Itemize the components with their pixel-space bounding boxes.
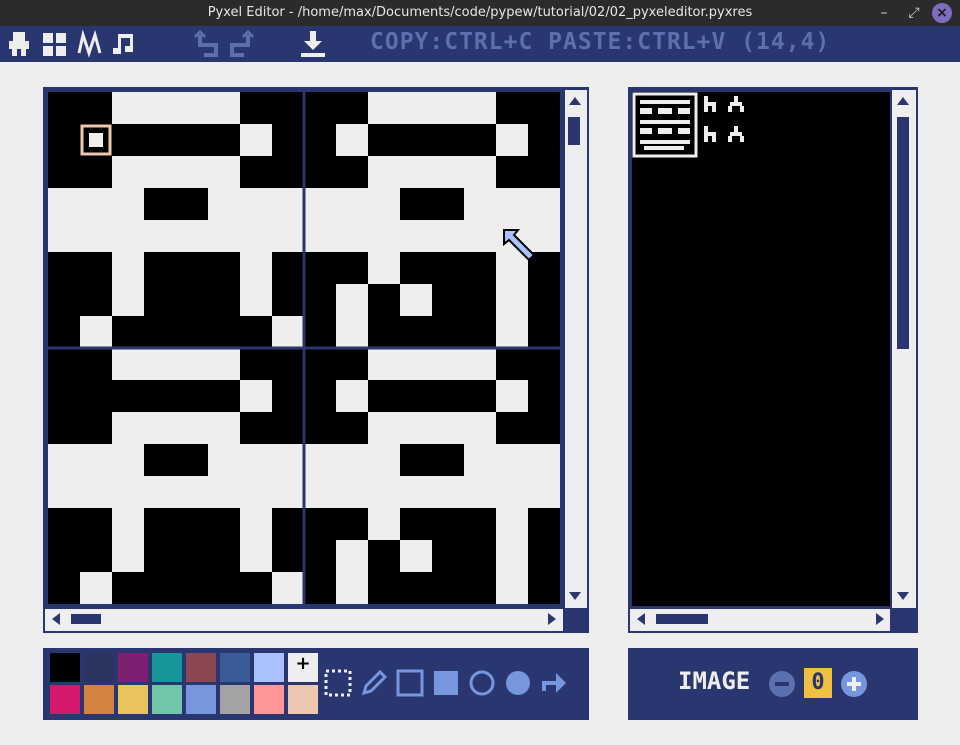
bucket-fill-tool-icon[interactable] [538, 667, 570, 699]
status-text: COPY:CTRL+C PASTE:CTRL+V (14,4) [370, 29, 831, 55]
image-bank-view[interactable] [632, 92, 890, 606]
redo-icon[interactable] [226, 29, 256, 59]
color-palette: + [48, 653, 320, 715]
canvas-vscrollbar[interactable] [563, 90, 587, 608]
rectangle-tool-icon[interactable] [394, 667, 426, 699]
restore-button[interactable]: ⤢ [904, 3, 924, 23]
filled-circle-tool-icon[interactable] [502, 667, 534, 699]
select-tool-icon[interactable] [322, 667, 354, 699]
scroll-down-arrow-icon[interactable] [893, 587, 913, 605]
scroll-left-arrow-icon[interactable] [47, 610, 67, 628]
image-bank-label: IMAGE [678, 667, 751, 695]
decrement-button[interactable] [768, 670, 796, 698]
circle-tool-icon[interactable] [466, 667, 498, 699]
bank-vscroll-thumb[interactable] [897, 117, 909, 349]
scroll-right-arrow-icon[interactable] [869, 610, 889, 628]
palette-swatch[interactable] [118, 685, 148, 714]
minimize-button[interactable]: – [874, 3, 894, 23]
palette-swatch[interactable] [220, 653, 250, 682]
scroll-right-arrow-icon[interactable] [541, 610, 561, 628]
save-icon[interactable] [298, 29, 328, 59]
palette-swatch[interactable] [50, 653, 80, 682]
tilemap-editor-icon[interactable] [40, 29, 70, 59]
image-canvas-panel [43, 87, 589, 633]
palette-swatch[interactable] [288, 685, 318, 714]
window-titlebar: Pyxel Editor - /home/max/Documents/code/… [0, 0, 960, 26]
window-title: Pyxel Editor - /home/max/Documents/code/… [207, 5, 753, 20]
palette-swatch[interactable] [254, 685, 284, 714]
close-button[interactable]: × [932, 3, 952, 23]
scroll-up-arrow-icon[interactable] [565, 92, 585, 110]
image-bank-thumbnails [632, 92, 744, 158]
undo-icon[interactable] [192, 29, 222, 59]
canvas-hscrollbar[interactable] [45, 607, 563, 631]
canvas-hscroll-thumb[interactable] [71, 614, 101, 624]
scroll-left-arrow-icon[interactable] [632, 610, 652, 628]
canvas-vscroll-thumb[interactable] [568, 117, 580, 145]
palette-swatch[interactable] [186, 653, 216, 682]
palette-swatch[interactable] [186, 685, 216, 714]
pencil-tool-icon[interactable] [358, 667, 390, 699]
image-bank-number[interactable]: 0 [804, 668, 832, 698]
palette-swatch[interactable] [152, 685, 182, 714]
palette-swatch[interactable]: + [288, 653, 318, 682]
palette-swatch[interactable] [84, 653, 114, 682]
palette-swatch[interactable] [50, 685, 80, 714]
increment-button[interactable] [840, 670, 868, 698]
palette-swatch[interactable] [152, 653, 182, 682]
palette-swatch[interactable] [254, 653, 284, 682]
toolbar: COPY:CTRL+C PASTE:CTRL+V (14,4) [0, 26, 960, 62]
palette-swatch[interactable] [84, 685, 114, 714]
palette-swatch[interactable] [118, 653, 148, 682]
sound-editor-icon[interactable] [76, 29, 106, 59]
image-editor-icon[interactable] [4, 29, 34, 59]
scroll-up-arrow-icon[interactable] [893, 92, 913, 110]
bank-hscroll-thumb[interactable] [656, 614, 708, 624]
scroll-down-arrow-icon[interactable] [565, 587, 585, 605]
palette-swatch[interactable] [220, 685, 250, 714]
music-editor-icon[interactable] [110, 29, 140, 59]
filled-rectangle-tool-icon[interactable] [430, 667, 462, 699]
